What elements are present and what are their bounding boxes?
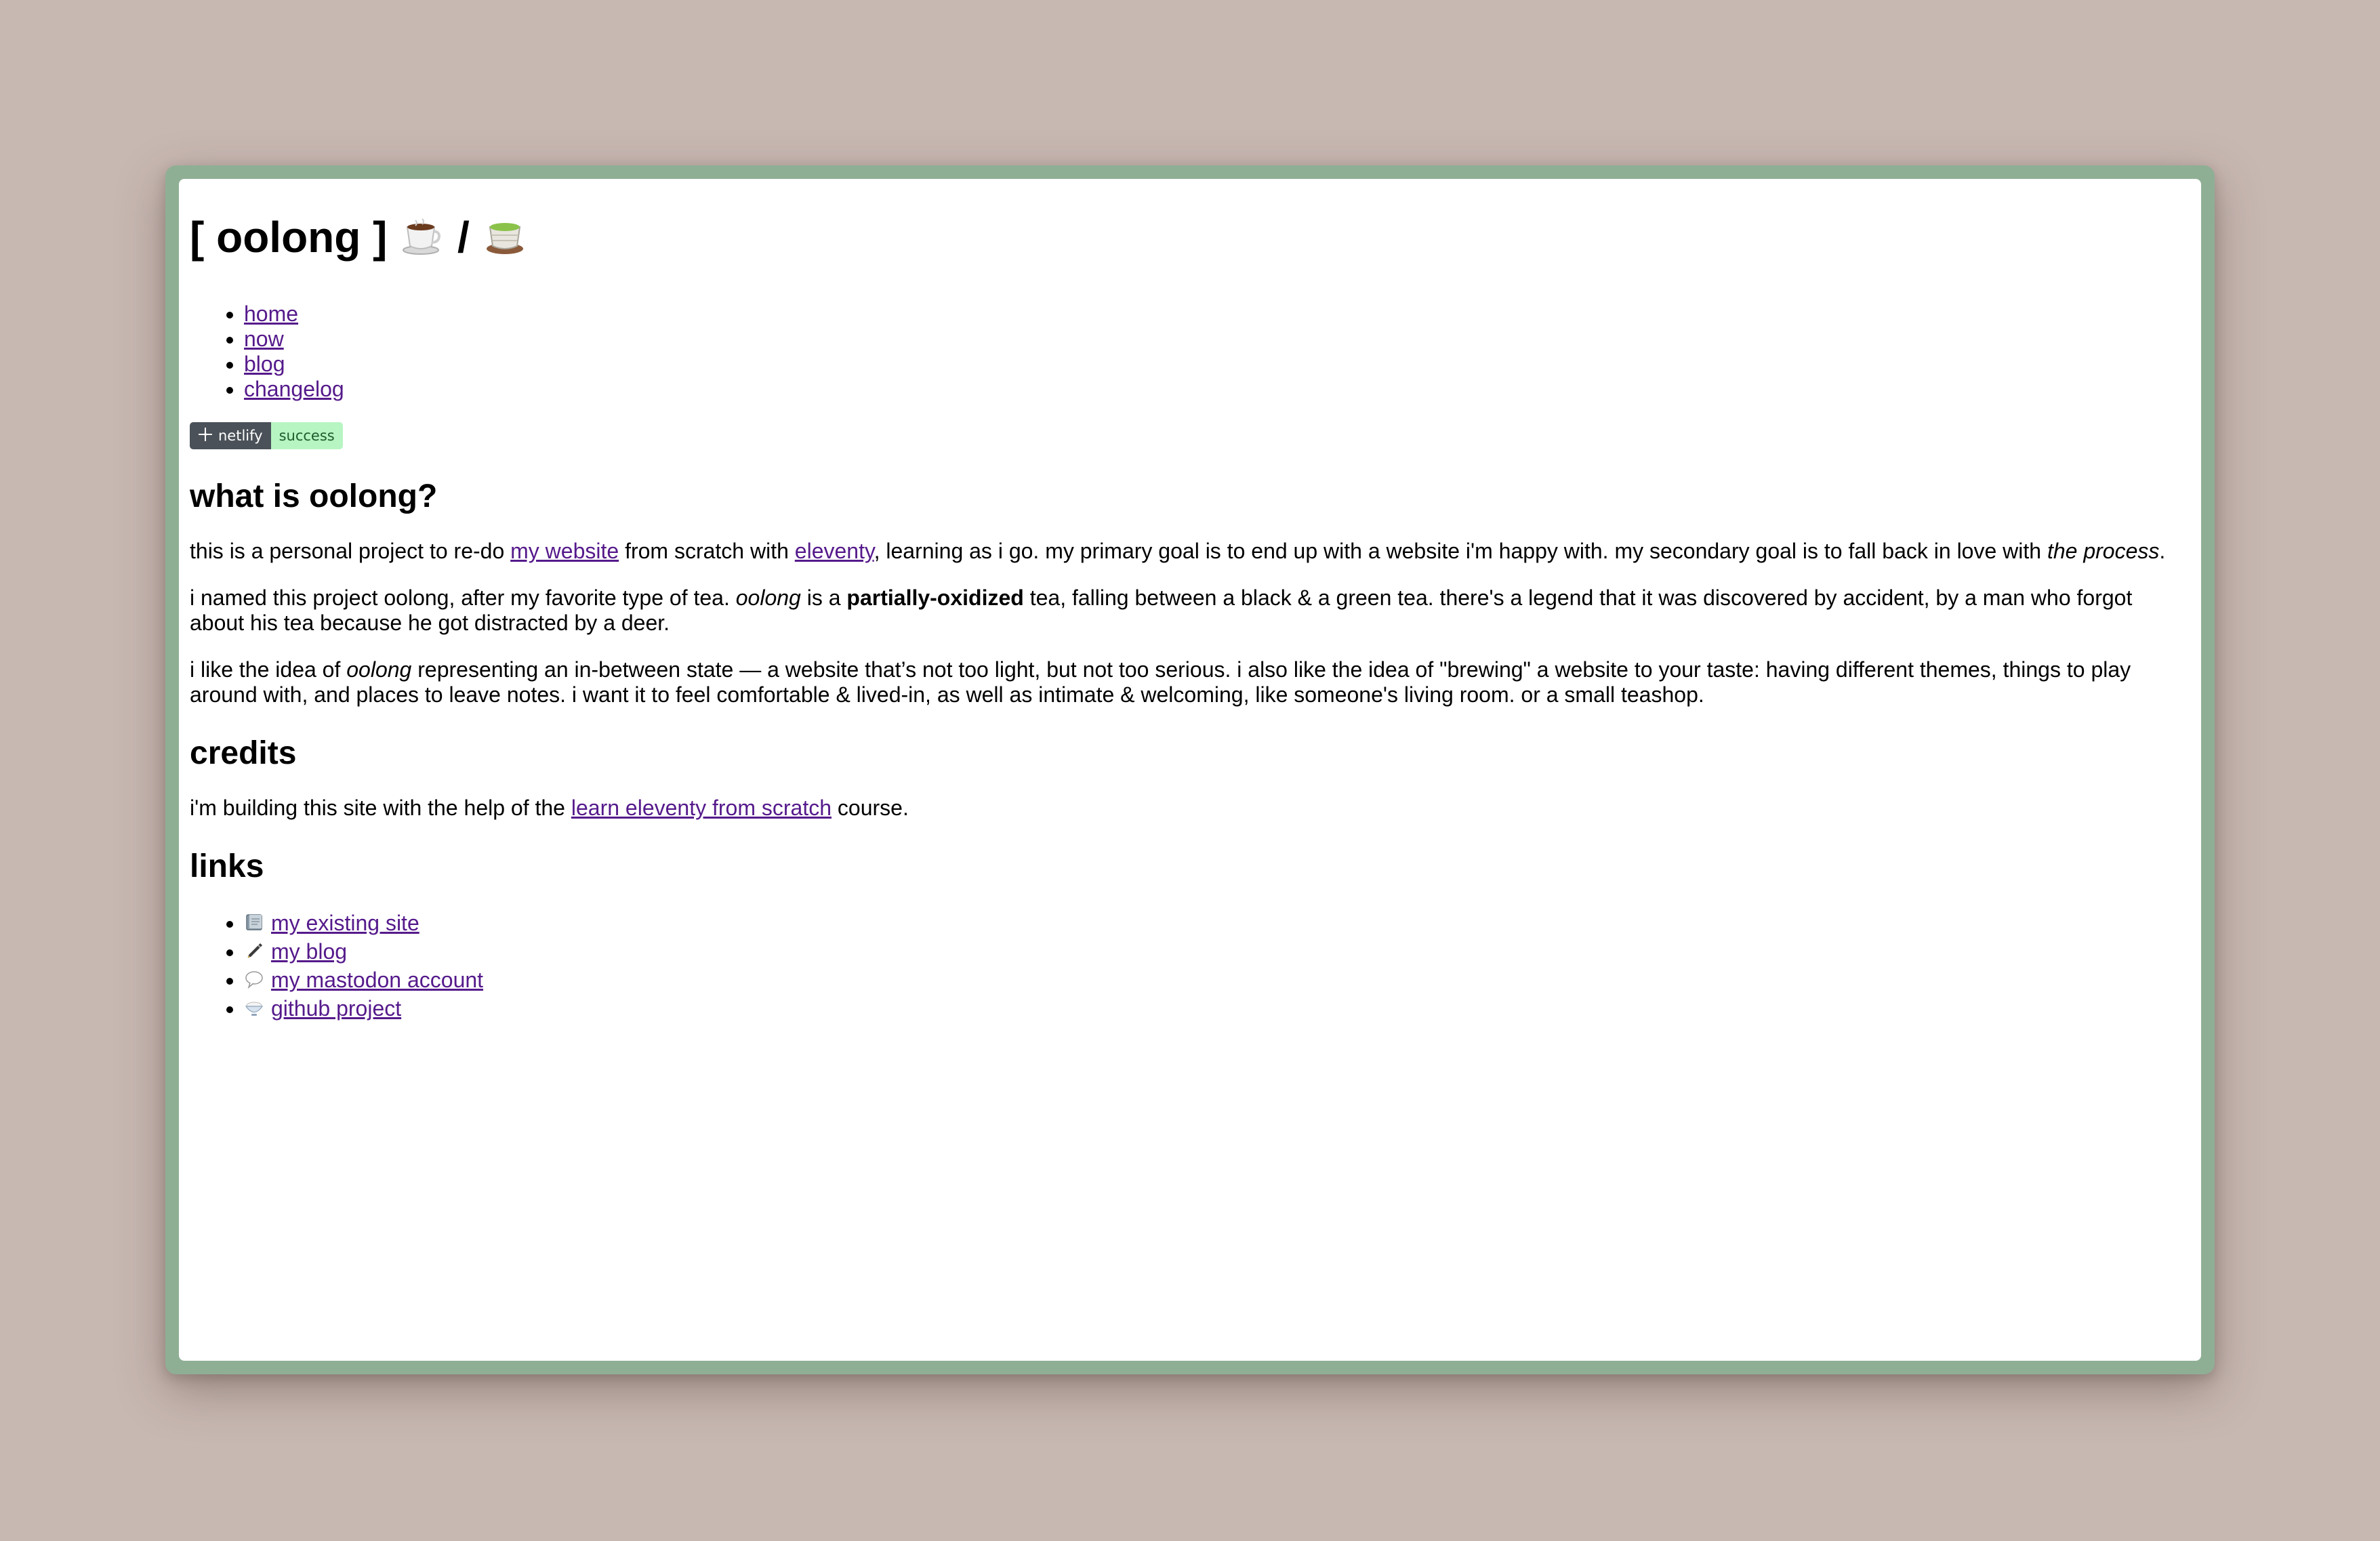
links-list: my existing site my blog <box>190 909 2190 1023</box>
links-item: my existing site <box>244 909 2190 937</box>
badge-label: netlify <box>218 428 263 445</box>
green-tea-icon <box>485 215 525 267</box>
nav-item-blog: blog <box>244 352 2190 377</box>
text: this is a personal project to re-do <box>190 539 511 564</box>
text: . <box>2159 539 2166 564</box>
bold-text: partially-oxidized <box>846 585 1024 611</box>
text: , learning as i go. my primary goal is t… <box>874 539 2047 564</box>
text: from scratch with <box>619 539 795 564</box>
eleventy-link[interactable]: eleventy <box>795 539 874 563</box>
about-paragraph-3: i like the idea of oolong representing a… <box>190 657 2190 707</box>
site-title: [ oolong ] / <box>190 211 2190 266</box>
links-item: github project <box>244 994 2190 1023</box>
nav-item-now: now <box>244 327 2190 352</box>
speech-bubble-icon <box>244 968 264 989</box>
github-project-link[interactable]: github project <box>271 996 401 1021</box>
nav-link-now[interactable]: now <box>244 327 284 351</box>
nav-item-home: home <box>244 302 2190 327</box>
about-heading: what is oolong? <box>190 478 438 515</box>
site-title-text: [ oolong ] <box>190 213 388 262</box>
text: representing an in-between state — a web… <box>190 657 2131 707</box>
page-viewport[interactable]: [ oolong ] / • home • now • blog • chang… <box>179 179 2201 1361</box>
my-website-link[interactable]: my website <box>510 539 619 563</box>
about-paragraph-1: this is a personal project to re-do my w… <box>190 539 2190 564</box>
learn-eleventy-link[interactable]: learn eleventy from scratch <box>571 796 832 820</box>
pen-icon <box>244 939 264 960</box>
emphasis-text: oolong <box>735 585 801 611</box>
deploy-status-badge[interactable]: netlify success <box>190 422 343 450</box>
text: i'm building this site with the help of … <box>190 796 571 821</box>
emphasis-text: the process <box>2047 539 2160 564</box>
nav-list: home now blog changelog <box>190 302 2190 402</box>
browser-window-frame: [ oolong ] / • home • now • blog • chang… <box>165 165 2215 1374</box>
nav-link-blog[interactable]: blog <box>244 352 285 376</box>
nav-link-home[interactable]: home <box>244 302 298 326</box>
text: course. <box>832 796 909 821</box>
nav-item-changelog: changelog <box>244 377 2190 402</box>
emphasis-text: oolong <box>346 657 412 682</box>
links-item: my blog <box>244 937 2190 966</box>
page-content: [ oolong ] / • home • now • blog • chang… <box>179 211 2201 1023</box>
coffee-cup-icon <box>402 215 443 267</box>
credits-heading: credits <box>190 735 297 772</box>
my-blog-link[interactable]: my blog <box>271 939 347 964</box>
text: i like the idea of <box>190 657 347 682</box>
text: is a <box>800 585 847 611</box>
nav-link-changelog[interactable]: changelog <box>244 377 344 401</box>
text: i named this project oolong, after my fa… <box>190 585 736 611</box>
about-paragraph-2: i named this project oolong, after my fa… <box>190 585 2190 636</box>
links-heading: links <box>190 848 264 885</box>
credits-paragraph: i'm building this site with the help of … <box>190 796 2190 821</box>
badge-netlify-section: netlify <box>190 422 271 450</box>
netlify-icon <box>198 427 213 445</box>
notebook-icon <box>244 911 264 931</box>
links-item: my mastodon account <box>244 966 2190 994</box>
mastodon-account-link[interactable]: my mastodon account <box>271 968 483 992</box>
rice-bowl-icon <box>244 996 264 1016</box>
title-separator: / <box>457 213 470 262</box>
badge-status: success <box>270 422 343 450</box>
existing-site-link[interactable]: my existing site <box>271 911 419 935</box>
